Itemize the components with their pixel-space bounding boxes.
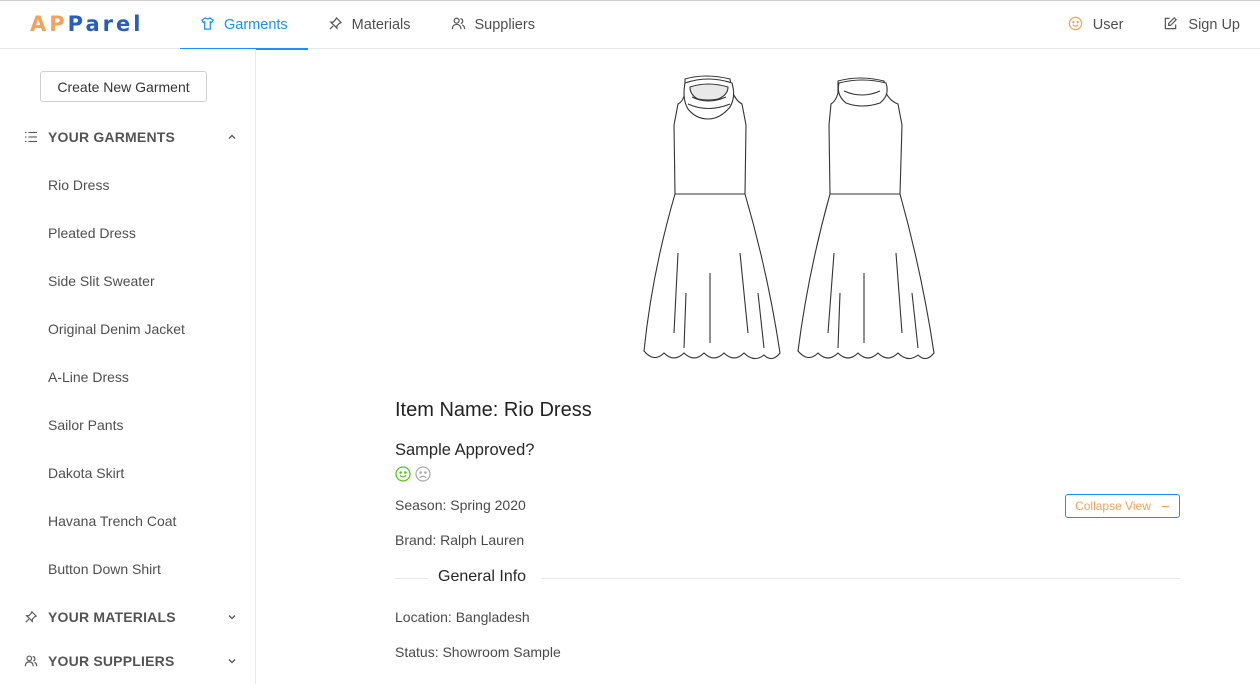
location-field: Location: Bangladesh: [395, 609, 530, 625]
approval-rating: [395, 466, 431, 482]
section-your-suppliers[interactable]: YOUR SUPPLIERS: [0, 641, 255, 681]
top-navigation-bar: APParel Garments Materials Suppliers Use…: [0, 0, 1260, 50]
main-nav: Garments Materials Suppliers: [180, 1, 555, 50]
garment-item[interactable]: Rio Dress: [0, 161, 255, 209]
season-field: Season: Spring 2020: [395, 497, 526, 513]
divider-line-right: [541, 578, 1180, 579]
nav-user[interactable]: User: [1068, 1, 1124, 49]
list-icon: [24, 130, 38, 144]
team-icon: [451, 16, 466, 35]
sample-approved-title: Sample Approved?: [395, 441, 535, 459]
pushpin-icon: [328, 16, 343, 35]
shirt-icon: [200, 16, 215, 35]
section-your-suppliers-label: YOUR SUPPLIERS: [48, 653, 175, 669]
section-your-garments[interactable]: YOUR GARMENTS: [0, 117, 255, 157]
nav-materials[interactable]: Materials: [308, 1, 431, 49]
section-your-garments-label: YOUR GARMENTS: [48, 129, 176, 145]
item-name-title: Item Name: Rio Dress: [395, 399, 592, 421]
garment-item[interactable]: Side Slit Sweater: [0, 257, 255, 305]
create-garment-button[interactable]: Create New Garment: [40, 71, 207, 102]
nav-garments[interactable]: Garments: [180, 1, 308, 50]
nav-garments-label: Garments: [224, 17, 288, 33]
general-info-heading: General Info: [438, 568, 527, 585]
dress-front-sketch: [643, 75, 781, 360]
account-nav: User Sign Up: [1068, 1, 1240, 49]
garment-item[interactable]: Pleated Dress: [0, 209, 255, 257]
collapse-view-label: Collapse View: [1075, 499, 1151, 513]
garment-item[interactable]: Sailor Pants: [0, 401, 255, 449]
section-your-materials-label: YOUR MATERIALS: [48, 609, 176, 625]
nav-signup-label: Sign Up: [1188, 17, 1240, 33]
smile-icon: [1068, 16, 1083, 35]
minus-icon: [1161, 505, 1170, 507]
chevron-down-icon: [228, 615, 236, 620]
edit-icon: [1163, 16, 1178, 35]
nav-suppliers[interactable]: Suppliers: [431, 1, 555, 49]
garment-item[interactable]: Havana Trench Coat: [0, 497, 255, 545]
divider-line-left: [395, 578, 428, 579]
garment-sketch-image: [643, 75, 935, 360]
garment-item[interactable]: A-Line Dress: [0, 353, 255, 401]
status-field: Status: Showroom Sample: [395, 644, 561, 660]
logo-rest: Parel: [67, 12, 144, 36]
garment-list: Rio Dress Pleated Dress Side Slit Sweate…: [0, 161, 255, 593]
nav-materials-label: Materials: [351, 17, 411, 33]
pushpin-icon: [24, 610, 38, 624]
chevron-up-icon: [228, 134, 236, 139]
frown-reject-icon[interactable]: [415, 466, 431, 482]
nav-suppliers-label: Suppliers: [474, 17, 535, 33]
nav-user-label: User: [1092, 17, 1124, 33]
garment-detail: Item Name: Rio Dress Sample Approved? Se…: [256, 49, 1260, 684]
nav-signup[interactable]: Sign Up: [1163, 1, 1240, 49]
smile-approve-icon[interactable]: [395, 466, 411, 482]
general-info-divider: General Info: [395, 568, 1180, 588]
sidebar: Create New Garment YOUR GARMENTS Rio Dre…: [0, 49, 256, 684]
brand-field: Brand: Ralph Lauren: [395, 532, 525, 548]
dress-back-sketch: [797, 77, 935, 360]
app-logo[interactable]: APParel: [30, 12, 143, 36]
logo-prefix: AP: [30, 12, 68, 36]
garment-item[interactable]: Original Denim Jacket: [0, 305, 255, 353]
collapse-view-button[interactable]: Collapse View: [1065, 494, 1180, 518]
garment-item[interactable]: Dakota Skirt: [0, 449, 255, 497]
garment-item[interactable]: Button Down Shirt: [0, 545, 255, 593]
section-your-materials[interactable]: YOUR MATERIALS: [0, 597, 255, 637]
chevron-down-icon: [228, 659, 236, 664]
team-icon: [24, 654, 38, 668]
